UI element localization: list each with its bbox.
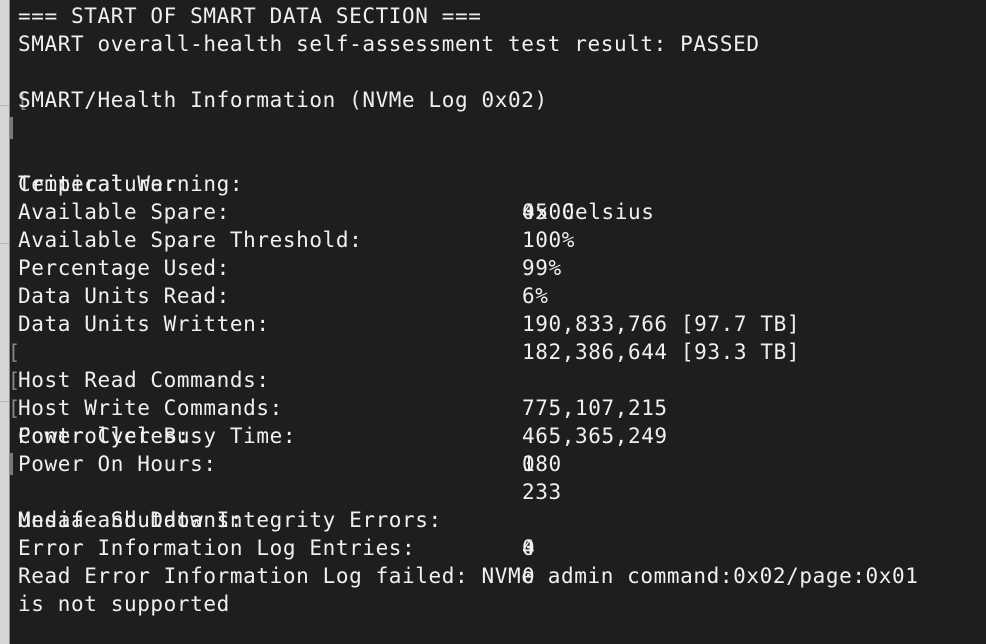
attribute-value: 775,107,215 [522,396,668,420]
attribute-row: Media and Data Integrity Errors: 0 [18,478,535,560]
attribute-row: Available Spare: 100% [18,170,574,252]
background-window-edge [0,0,10,644]
attribute-row: Power On Hours: 233 [18,422,561,504]
terminal-output[interactable]: === START OF SMART DATA SECTION === SMAR… [8,0,986,644]
attribute-value: 6% [522,284,549,308]
blank-line: [ [17,58,71,112]
attribute-label: Error Information Log Entries: [18,536,416,560]
attribute-row: Percentage Used: 6% [18,226,548,308]
attribute-row: Available Spare Threshold: 99% [18,198,561,280]
error-message-line: Read Error Information Log failed: NVMe … [18,564,919,588]
attribute-value: 233 [522,480,562,504]
attribute-row: Power Cycles: 180 [18,394,561,476]
attribute-value: 465,365,249 [522,424,668,448]
attribute-row: [ Controller Busy Time: 0 [8,366,535,476]
attribute-row: Data Units Read: 190,833,766 [97.7 TB] [18,254,800,336]
attribute-value: 100% [522,228,575,252]
attribute-value: 182,386,644 [93.3 TB] [522,340,801,364]
mark-indicator-icon [10,117,13,139]
attribute-value: 0 [522,536,536,560]
attribute-label: Media and Data Integrity Errors: [18,508,442,532]
attribute-row: [ Host Read Commands: 775,107,215 [8,310,667,420]
attribute-row: Unsafe Shutdowns: 4 [10,450,535,560]
error-message-continuation: is not supported [18,592,230,616]
divider [0,105,9,106]
attribute-row: Error Information Log Entries: 0 [18,506,535,588]
attribute-row: [ Host Write Commands: 465,365,249 [8,338,667,448]
attribute-row: Temperature: 45 Celsius [18,142,654,224]
section-title: SMART/Health Information (NVMe Log 0x02) [18,88,548,112]
attribute-row: Data Units Written: 182,386,644 [93.3 TB… [18,282,800,364]
attribute-value: 190,833,766 [97.7 TB] [522,312,801,336]
attribute-value: 99% [522,256,562,280]
smart-section-header: === START OF SMART DATA SECTION === [18,4,482,28]
health-result-line: SMART overall-health self-assessment tes… [18,32,760,56]
divider [0,243,9,244]
attribute-row: Critical Warning: 0x00 [10,114,574,224]
mark-indicator-icon [10,453,13,475]
attribute-value: 45 Celsius [522,200,655,224]
attribute-value: 180 [522,452,562,476]
